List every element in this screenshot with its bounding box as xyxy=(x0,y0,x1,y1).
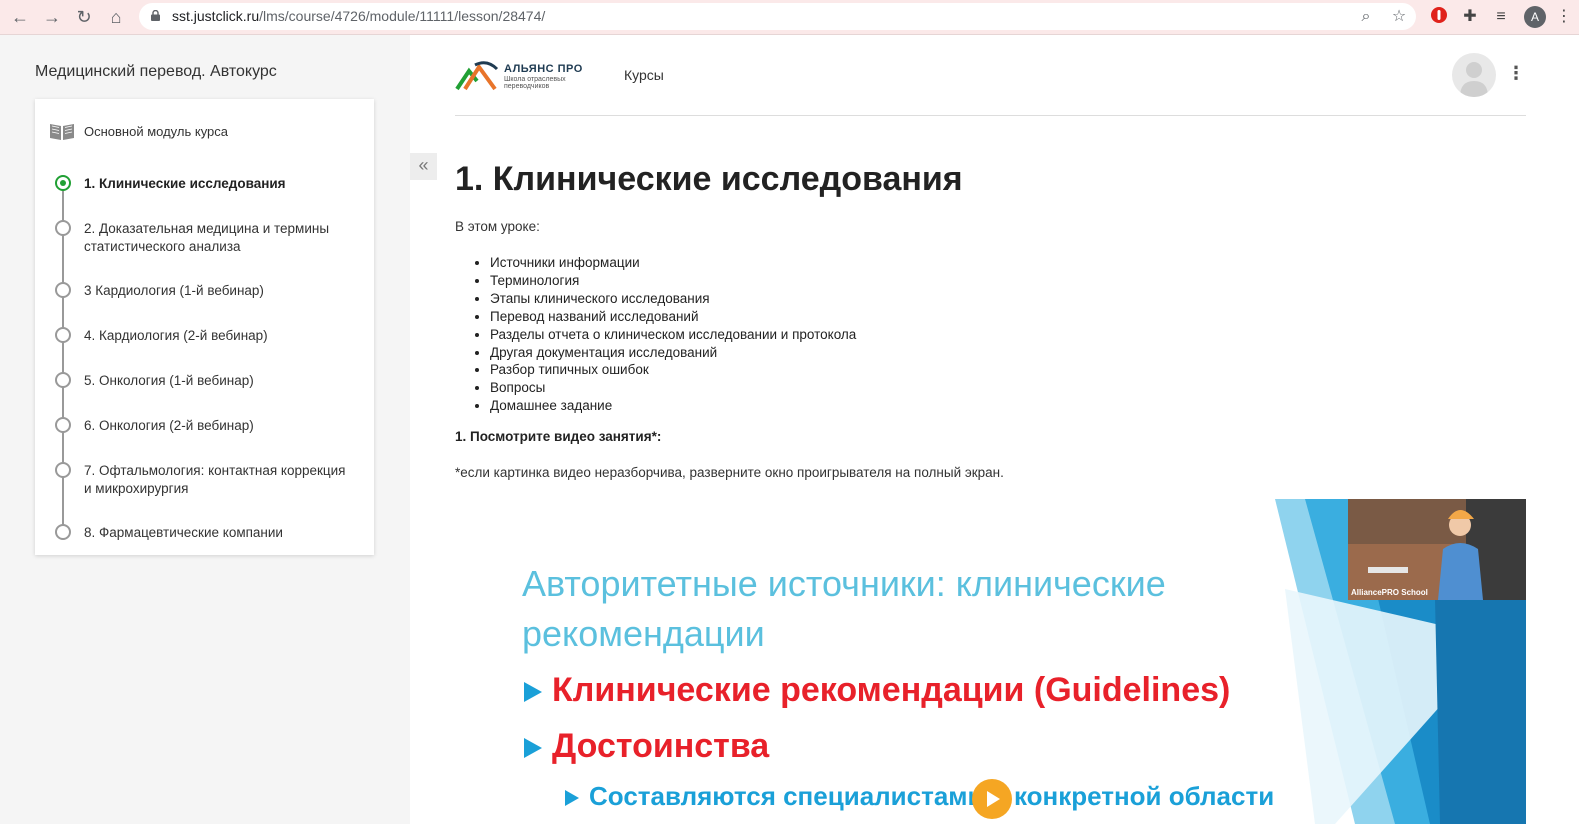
triangle-bullet-icon xyxy=(524,682,542,703)
lesson-title: 1. Клинические исследования xyxy=(455,160,963,198)
slide-title: Авторитетные источники: клинические реко… xyxy=(522,563,1166,654)
url-text: sst.justclick.ru/lms/course/4726/module/… xyxy=(172,8,545,24)
zoom-icon[interactable]: ⌕ xyxy=(1356,7,1376,27)
slide-bullet-2-text: Достоинства xyxy=(552,727,770,765)
slide-bullet-1: Клинические рекомендации (Guidelines) xyxy=(524,671,1230,710)
lesson-topic-item: Разбор типичных ошибок xyxy=(490,361,856,379)
user-avatar[interactable] xyxy=(1452,53,1496,97)
slide-bullet-1-text: Клинические рекомендации (Guidelines) xyxy=(552,671,1231,709)
course-title: Медицинский перевод. Автокурс xyxy=(35,63,277,80)
header-divider xyxy=(455,115,1526,116)
lesson-topic-item: Вопросы xyxy=(490,379,856,397)
sidebar-lesson-label: 8. Фармацевтические компании xyxy=(84,525,283,540)
lesson-dot-icon xyxy=(55,417,71,433)
lesson-topic-item: Терминология xyxy=(490,272,856,290)
user-silhouette-icon xyxy=(1460,62,1488,97)
alliance-pro-logo[interactable]: АЛЬЯНС ПРО Школа отраслевых переводчиков xyxy=(455,60,595,92)
lesson-dot-icon xyxy=(55,372,71,388)
webcam-scene xyxy=(1348,499,1526,600)
sidebar-lesson-label: 5. Онкология (1-й вебинар) xyxy=(84,373,254,388)
timeline-line xyxy=(62,184,64,532)
course-sidebar: Медицинский перевод. Автокурс Основной м… xyxy=(0,35,410,824)
adblock-extension-icon[interactable] xyxy=(1428,6,1450,28)
sidebar-lesson-label: 7. Офтальмология: контактная коррекция и… xyxy=(84,463,346,496)
lesson-dot-icon xyxy=(55,524,71,540)
triangle-bullet-icon xyxy=(565,790,579,807)
forward-icon[interactable]: → xyxy=(41,6,63,28)
lesson-intro: В этом уроке: xyxy=(455,219,540,234)
browser-toolbar: ← → ↻ ⌂ sst.justclick.ru/lms/course/4726… xyxy=(0,0,1579,35)
slide-sub-bullet-text: Составляются специалистами в конкретной … xyxy=(589,781,1275,811)
video-note: *если картинка видео неразборчива, разве… xyxy=(455,465,1004,480)
extensions-puzzle-icon[interactable]: ✚ xyxy=(1459,6,1481,28)
browser-menu-icon[interactable]: ⋮ xyxy=(1553,6,1575,28)
url-path: /lms/course/4726/module/11111/lesson/284… xyxy=(259,8,546,24)
sidebar-lesson-label: 3 Кардиология (1-й вебинар) xyxy=(84,283,264,298)
lesson-dot-icon xyxy=(55,220,71,236)
logo-mark-icon xyxy=(455,61,499,91)
webcam-label: AlliancePRO School xyxy=(1351,588,1428,597)
bookmark-star-icon[interactable]: ☆ xyxy=(1389,7,1409,27)
lesson-topic-item: Домашнее задание xyxy=(490,397,856,415)
triangle-bullet-icon xyxy=(524,738,542,759)
lesson-topics-list: Источники информацииТерминологияЭтапы кл… xyxy=(490,254,856,415)
presenter-webcam: AlliancePRO School xyxy=(1348,499,1526,600)
module-label: Основной модуль курса xyxy=(84,124,229,139)
lesson-topic-item: Этапы клинического исследования xyxy=(490,290,856,308)
lesson-topic-item: Разделы отчета о клиническом исследовани… xyxy=(490,326,856,344)
sidebar-lesson-label: 6. Онкология (2-й вебинар) xyxy=(84,418,254,433)
home-icon[interactable]: ⌂ xyxy=(105,6,127,28)
reload-icon[interactable]: ↻ xyxy=(73,6,95,28)
nav-courses-link[interactable]: Курсы xyxy=(624,67,664,83)
sidebar-lesson-label: 2. Доказательная медицина и термины стат… xyxy=(84,221,330,254)
play-button[interactable] xyxy=(972,779,1012,819)
sidebar-lesson-label: 4. Кардиология (2-й вебинар) xyxy=(84,328,268,343)
reading-list-icon[interactable]: ≡ xyxy=(1490,6,1512,28)
collapse-sidebar-button[interactable]: « xyxy=(410,153,437,180)
profile-avatar-icon[interactable]: A xyxy=(1524,6,1546,28)
lesson-dot-icon xyxy=(55,282,71,298)
url-host: sst.justclick.ru xyxy=(172,8,260,24)
lesson-dot-icon xyxy=(55,327,71,343)
lesson-topic-item: Источники информации xyxy=(490,254,856,272)
lesson-topic-item: Перевод названий исследований xyxy=(490,308,856,326)
sidebar-lesson-label: 1. Клинические исследования xyxy=(84,176,286,191)
task-heading: 1. Посмотрите видео занятия*: xyxy=(455,429,662,444)
logo-subtitle: Школа отраслевых переводчиков xyxy=(504,76,566,90)
lock-icon xyxy=(151,10,160,21)
slide-sub-bullet: Составляются специалистами в конкретной … xyxy=(565,781,1274,812)
video-player[interactable]: Авторитетные источники: клинические реко… xyxy=(455,499,1526,824)
address-bar[interactable]: sst.justclick.ru/lms/course/4726/module/… xyxy=(139,3,1416,30)
current-lesson-dot-icon xyxy=(55,175,71,191)
logo-title: АЛЬЯНС ПРО xyxy=(504,63,583,75)
lesson-dot-icon xyxy=(55,462,71,478)
more-options-icon[interactable]: ⋮ xyxy=(1507,62,1525,84)
book-icon xyxy=(50,124,74,140)
course-outline-card: Основной модуль курса 1. Клинические исс… xyxy=(35,99,374,555)
slide-bullet-2: Достоинства xyxy=(524,727,769,766)
lesson-topic-item: Другая документация исследований xyxy=(490,344,856,362)
back-icon[interactable]: ← xyxy=(9,6,31,28)
